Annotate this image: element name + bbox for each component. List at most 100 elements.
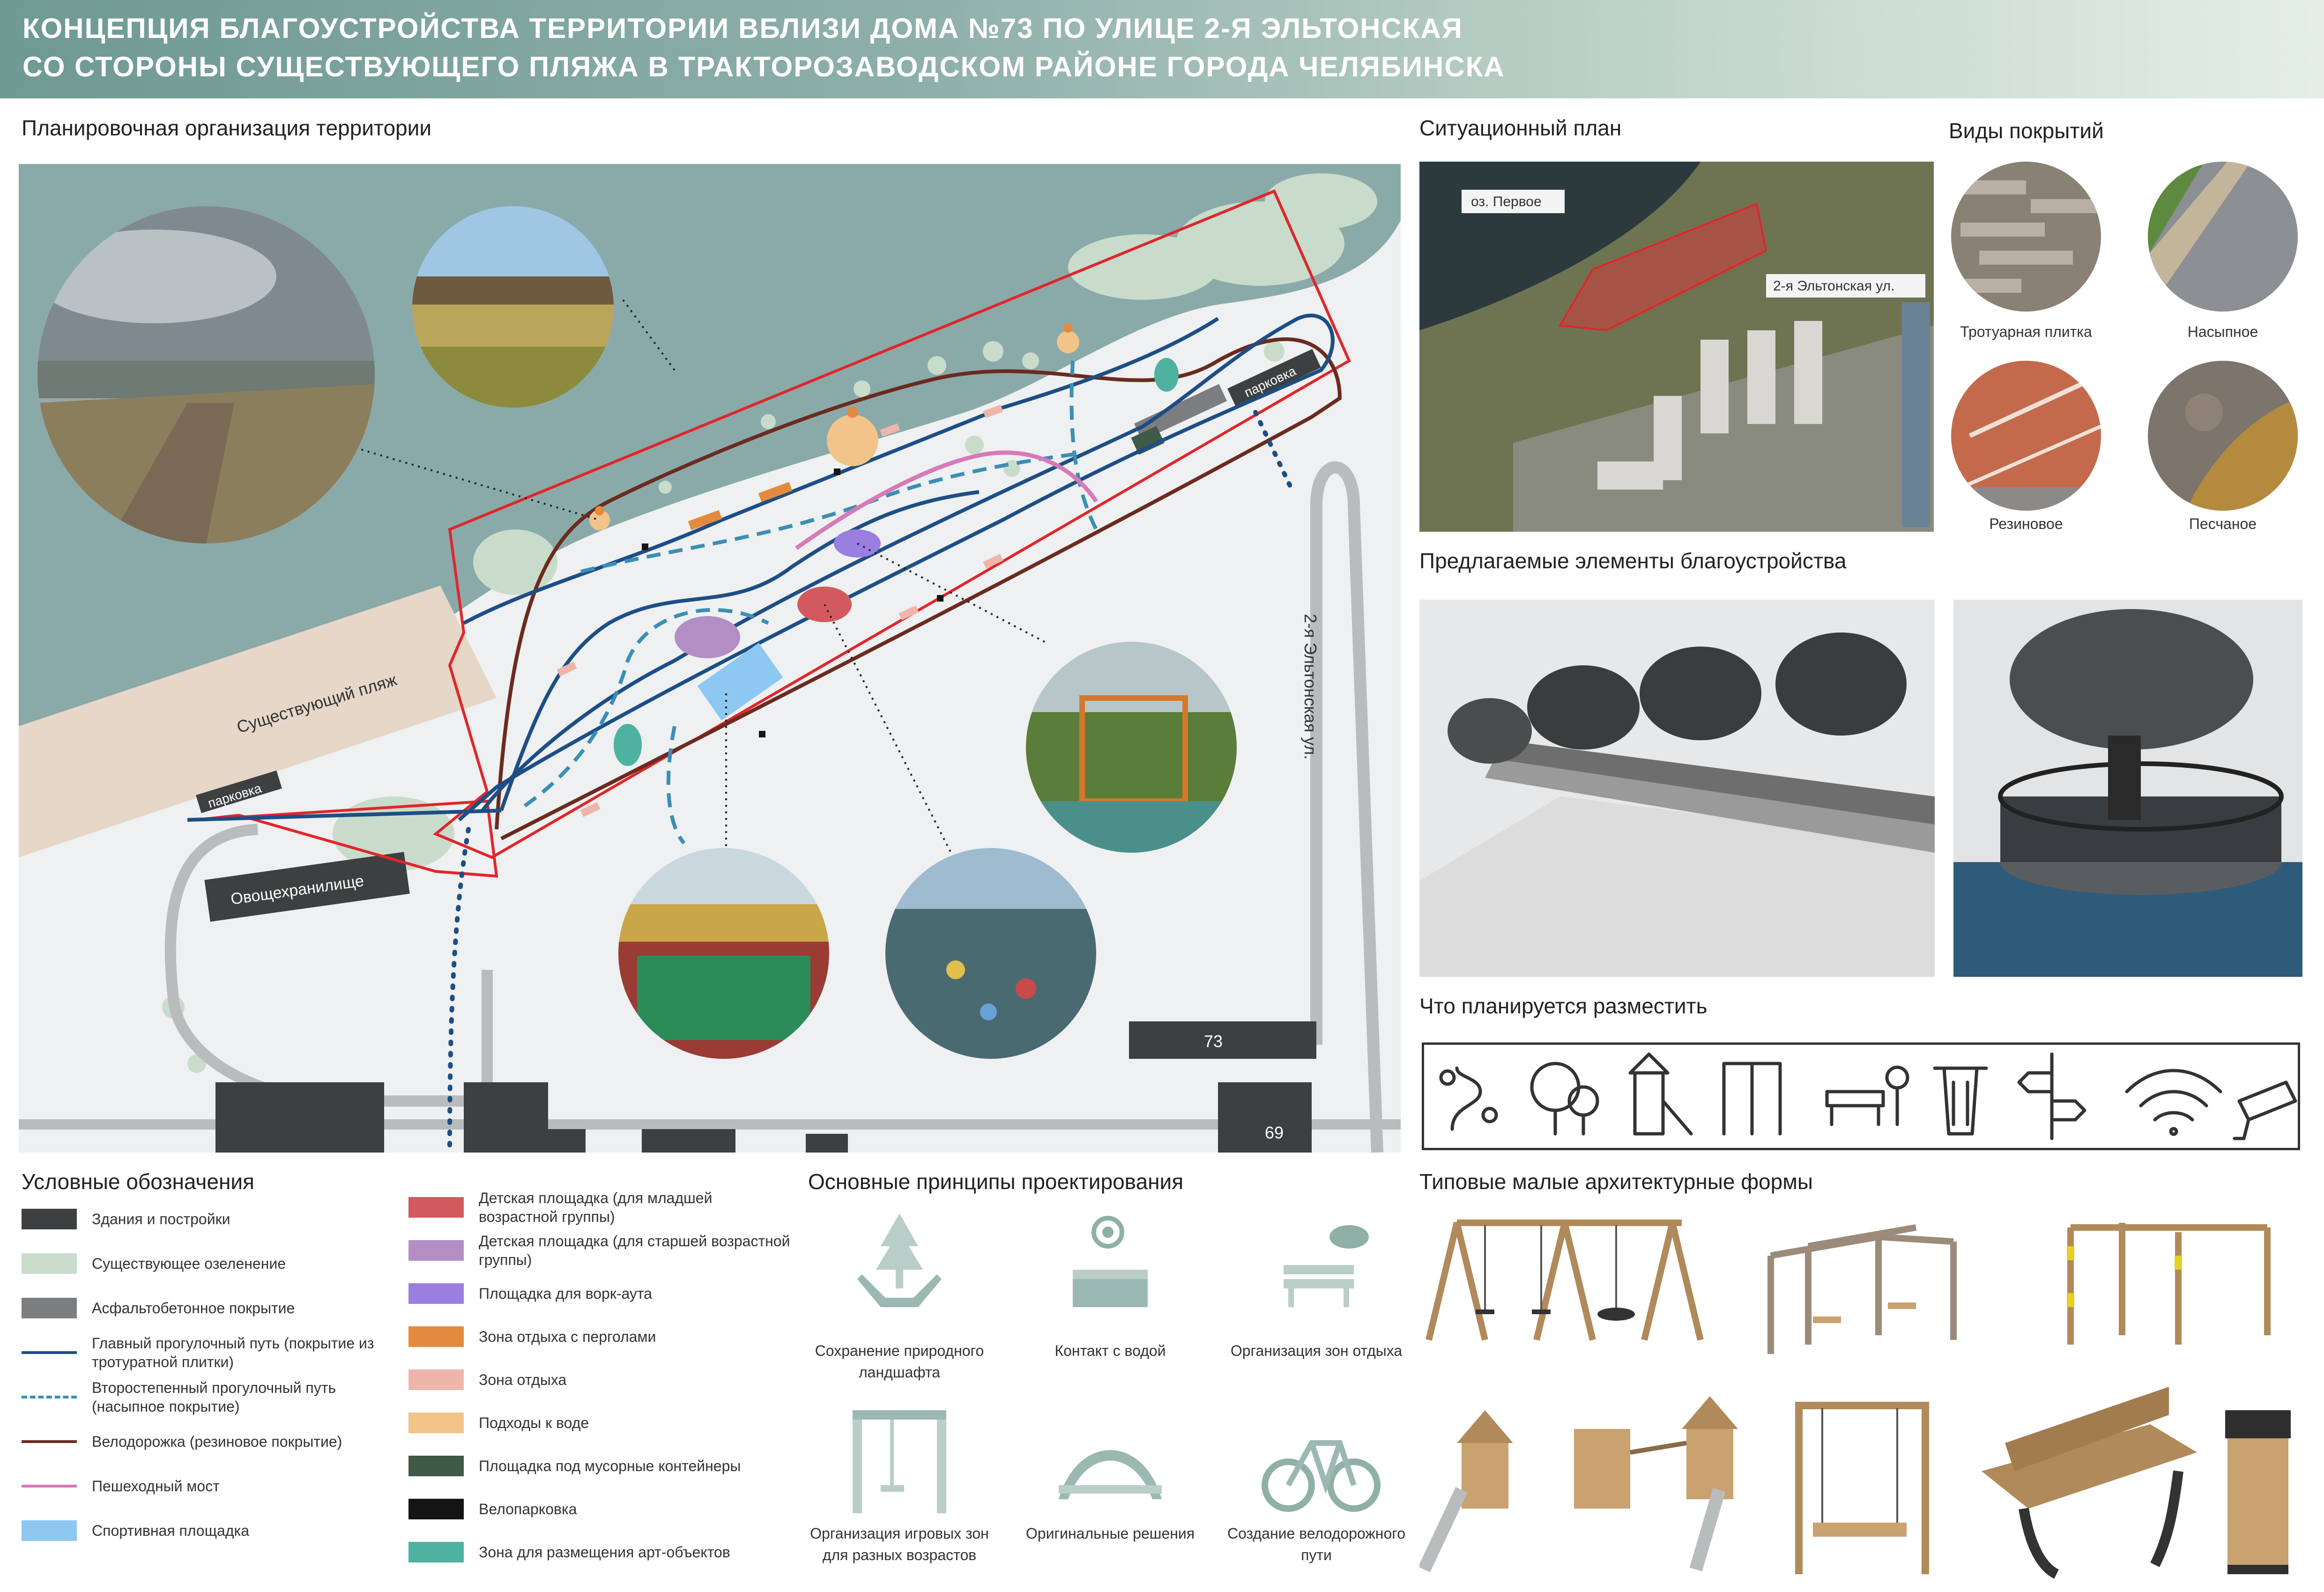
workout-frame-image — [2067, 1223, 2271, 1345]
legend-swatch — [408, 1197, 464, 1218]
legend-right-item: Велопарковка — [408, 1499, 577, 1519]
photo-sports-ground — [618, 848, 829, 1059]
principle-water: Контакт с водой — [1054, 1342, 1166, 1359]
legend-label: Детская площадка (для старшей возрастной… — [479, 1233, 790, 1268]
legend-left-item: Главный прогулочный путь (покрытие из тр… — [22, 1335, 406, 1370]
legend-swatch — [408, 1326, 464, 1347]
rest-zone-icon — [1284, 1225, 1369, 1307]
swing-set-image — [1426, 1220, 1704, 1341]
legend-left-column: Здания и постройки Существующее озеленени… — [22, 1209, 406, 1584]
proposed-title: Предлагаемые элементы благоустройства — [1419, 549, 1847, 573]
legend-label: Площадка под мусорные контейнеры — [479, 1458, 741, 1474]
header-banner: КОНЦЕПЦИЯ БЛАГОУСТРОЙСТВА ТЕРРИТОРИИ ВБЛ… — [0, 0, 2324, 98]
legend-swatch — [22, 1298, 77, 1318]
bench-image — [1982, 1387, 2197, 1579]
legend-right-item: Детская площадка (для старшей возрастной… — [408, 1233, 793, 1268]
legend-label: Детская площадка (для младшей возрастной… — [479, 1190, 713, 1225]
principle-bike: Создание велодорожного пути — [1227, 1525, 1406, 1563]
legend-swatch — [22, 1351, 77, 1354]
trash-bin-image — [2225, 1410, 2291, 1574]
zone-art — [614, 724, 642, 766]
legend-right-column: Детская площадка (для младшей возрастной… — [408, 1190, 793, 1581]
legend-swatch — [408, 1369, 464, 1390]
site-plan: Существующий пляж 2-я Эльтонская ул. Ово… — [19, 164, 1424, 1153]
legend-label: Спортивная площадка — [92, 1522, 249, 1539]
planned-icons-box — [1422, 1042, 2300, 1150]
situation-title: Ситуационный план — [1419, 116, 1622, 140]
legend-swatch — [22, 1253, 77, 1274]
bench-icon — [1825, 1065, 1909, 1126]
covering-tile-photo — [1951, 162, 2101, 312]
legend-title: Условные обозначения — [22, 1169, 254, 1194]
legend-swatch — [22, 1440, 77, 1443]
legend-label: Здания и постройки — [92, 1211, 230, 1227]
zone-kids-older — [675, 616, 740, 658]
photo-workout — [1026, 642, 1237, 853]
hanging-swing-image — [1795, 1402, 1929, 1574]
house-73-label: 73 — [1204, 1032, 1223, 1051]
legend-left-item: Асфальтобетонное покрытие — [22, 1298, 295, 1318]
legend-swatch — [408, 1283, 464, 1304]
smallforms-gallery — [1418, 1209, 2309, 1584]
legend-right-item: Зона отдыха с перголами — [408, 1326, 656, 1347]
covering-label-rubber: Резиновое — [1989, 515, 2063, 532]
legend-label: Существующее озеленение — [92, 1255, 286, 1272]
legend-label: Зона отдыха — [479, 1371, 567, 1388]
legend-right-item: Площадка под мусорные контейнеры — [408, 1456, 741, 1476]
render-lookout — [1953, 600, 2302, 977]
cctv-camera-icon — [2233, 1080, 2297, 1140]
planned-icons — [1439, 1052, 2297, 1140]
legend-left-item: Велодорожка (резиновое покрытие) — [22, 1431, 342, 1452]
covering-label-gravel: Насыпное — [2187, 323, 2258, 340]
nature-preservation-icon — [857, 1213, 942, 1307]
covering-label-tile: Тротуарная плитка — [1960, 323, 2092, 340]
smallforms-title: Типовые малые архитектурные формы — [1419, 1169, 1813, 1194]
legend-label: Главный прогулочный путь (покрытие из тр… — [92, 1335, 374, 1370]
situation-map: оз. Первое 2-я Эльтонская ул. — [1419, 162, 1934, 532]
legend-left-item: Спортивная площадка — [22, 1520, 249, 1541]
legend-right-item: Зона отдыха — [408, 1369, 566, 1390]
situation-street-label: 2-я Эльтонская ул. — [1773, 278, 1895, 294]
legend-label: Велопарковка — [479, 1501, 577, 1518]
legend-swatch — [22, 1209, 77, 1229]
trash-bin-icon — [1933, 1066, 1988, 1136]
plan-title: Планировочная организация территории — [22, 116, 432, 140]
principles-grid: Сохранение природного ландшафта Контакт … — [796, 1209, 1405, 1584]
photo-bridge — [412, 206, 614, 408]
principle-play: Организация игровых зон для разных возра… — [810, 1525, 989, 1563]
legend-swatch — [22, 1485, 77, 1488]
legend-swatch — [22, 1520, 77, 1541]
photo-playground — [885, 848, 1096, 1059]
principles-title: Основные принципы проектирования — [808, 1169, 1184, 1194]
header-title-line1: КОНЦЕПЦИЯ БЛАГОУСТРОЙСТВА ТЕРРИТОРИИ ВБЛ… — [22, 13, 1463, 44]
header-title-line2: СО СТОРОНЫ СУЩЕСТВУЮЩЕГО ПЛЯЖА В ТРАКТОР… — [22, 51, 1505, 82]
legend-left-item: Существующее озеленение — [22, 1253, 286, 1274]
principle-original: Оригинальные решения — [1025, 1525, 1195, 1542]
bicycle-icon — [1262, 1440, 1381, 1512]
legend-label: Подходы к воде — [479, 1414, 589, 1431]
legend-swatch — [408, 1499, 464, 1519]
covering-sand-photo — [2148, 361, 2298, 511]
legend-right-item: Подходы к воде — [408, 1413, 589, 1433]
signpost-icon — [2017, 1052, 2086, 1140]
house-69-label: 69 — [1265, 1123, 1284, 1142]
wifi-icon — [2125, 1069, 2222, 1136]
legend-swatch — [408, 1240, 464, 1261]
workout-icon — [1722, 1062, 1782, 1136]
covering-label-sand: Песчаное — [2189, 515, 2257, 532]
legend-label: Велодорожка (резиновое покрытие) — [92, 1433, 342, 1450]
arch-bridge-icon — [1059, 1450, 1162, 1499]
covering-rubber-photo — [1951, 361, 2101, 511]
playground-icon — [1628, 1052, 1693, 1136]
lake-label: оз. Первое — [1471, 194, 1542, 209]
legend-label: Пешеходный мост — [92, 1478, 220, 1495]
coverings-title: Виды покрытий — [1949, 119, 2104, 143]
principle-rest: Организация зон отдыха — [1230, 1342, 1403, 1359]
water-access-1 — [827, 415, 878, 466]
walking-path-icon — [1439, 1066, 1498, 1131]
pergola-swings-image — [1767, 1224, 1957, 1354]
photo-boardwalk — [37, 206, 375, 543]
legend-swatch — [22, 1396, 77, 1399]
covering-gravel-photo — [2148, 162, 2298, 312]
legend-right-item: Детская площадка (для младшей возрастной… — [408, 1190, 793, 1225]
